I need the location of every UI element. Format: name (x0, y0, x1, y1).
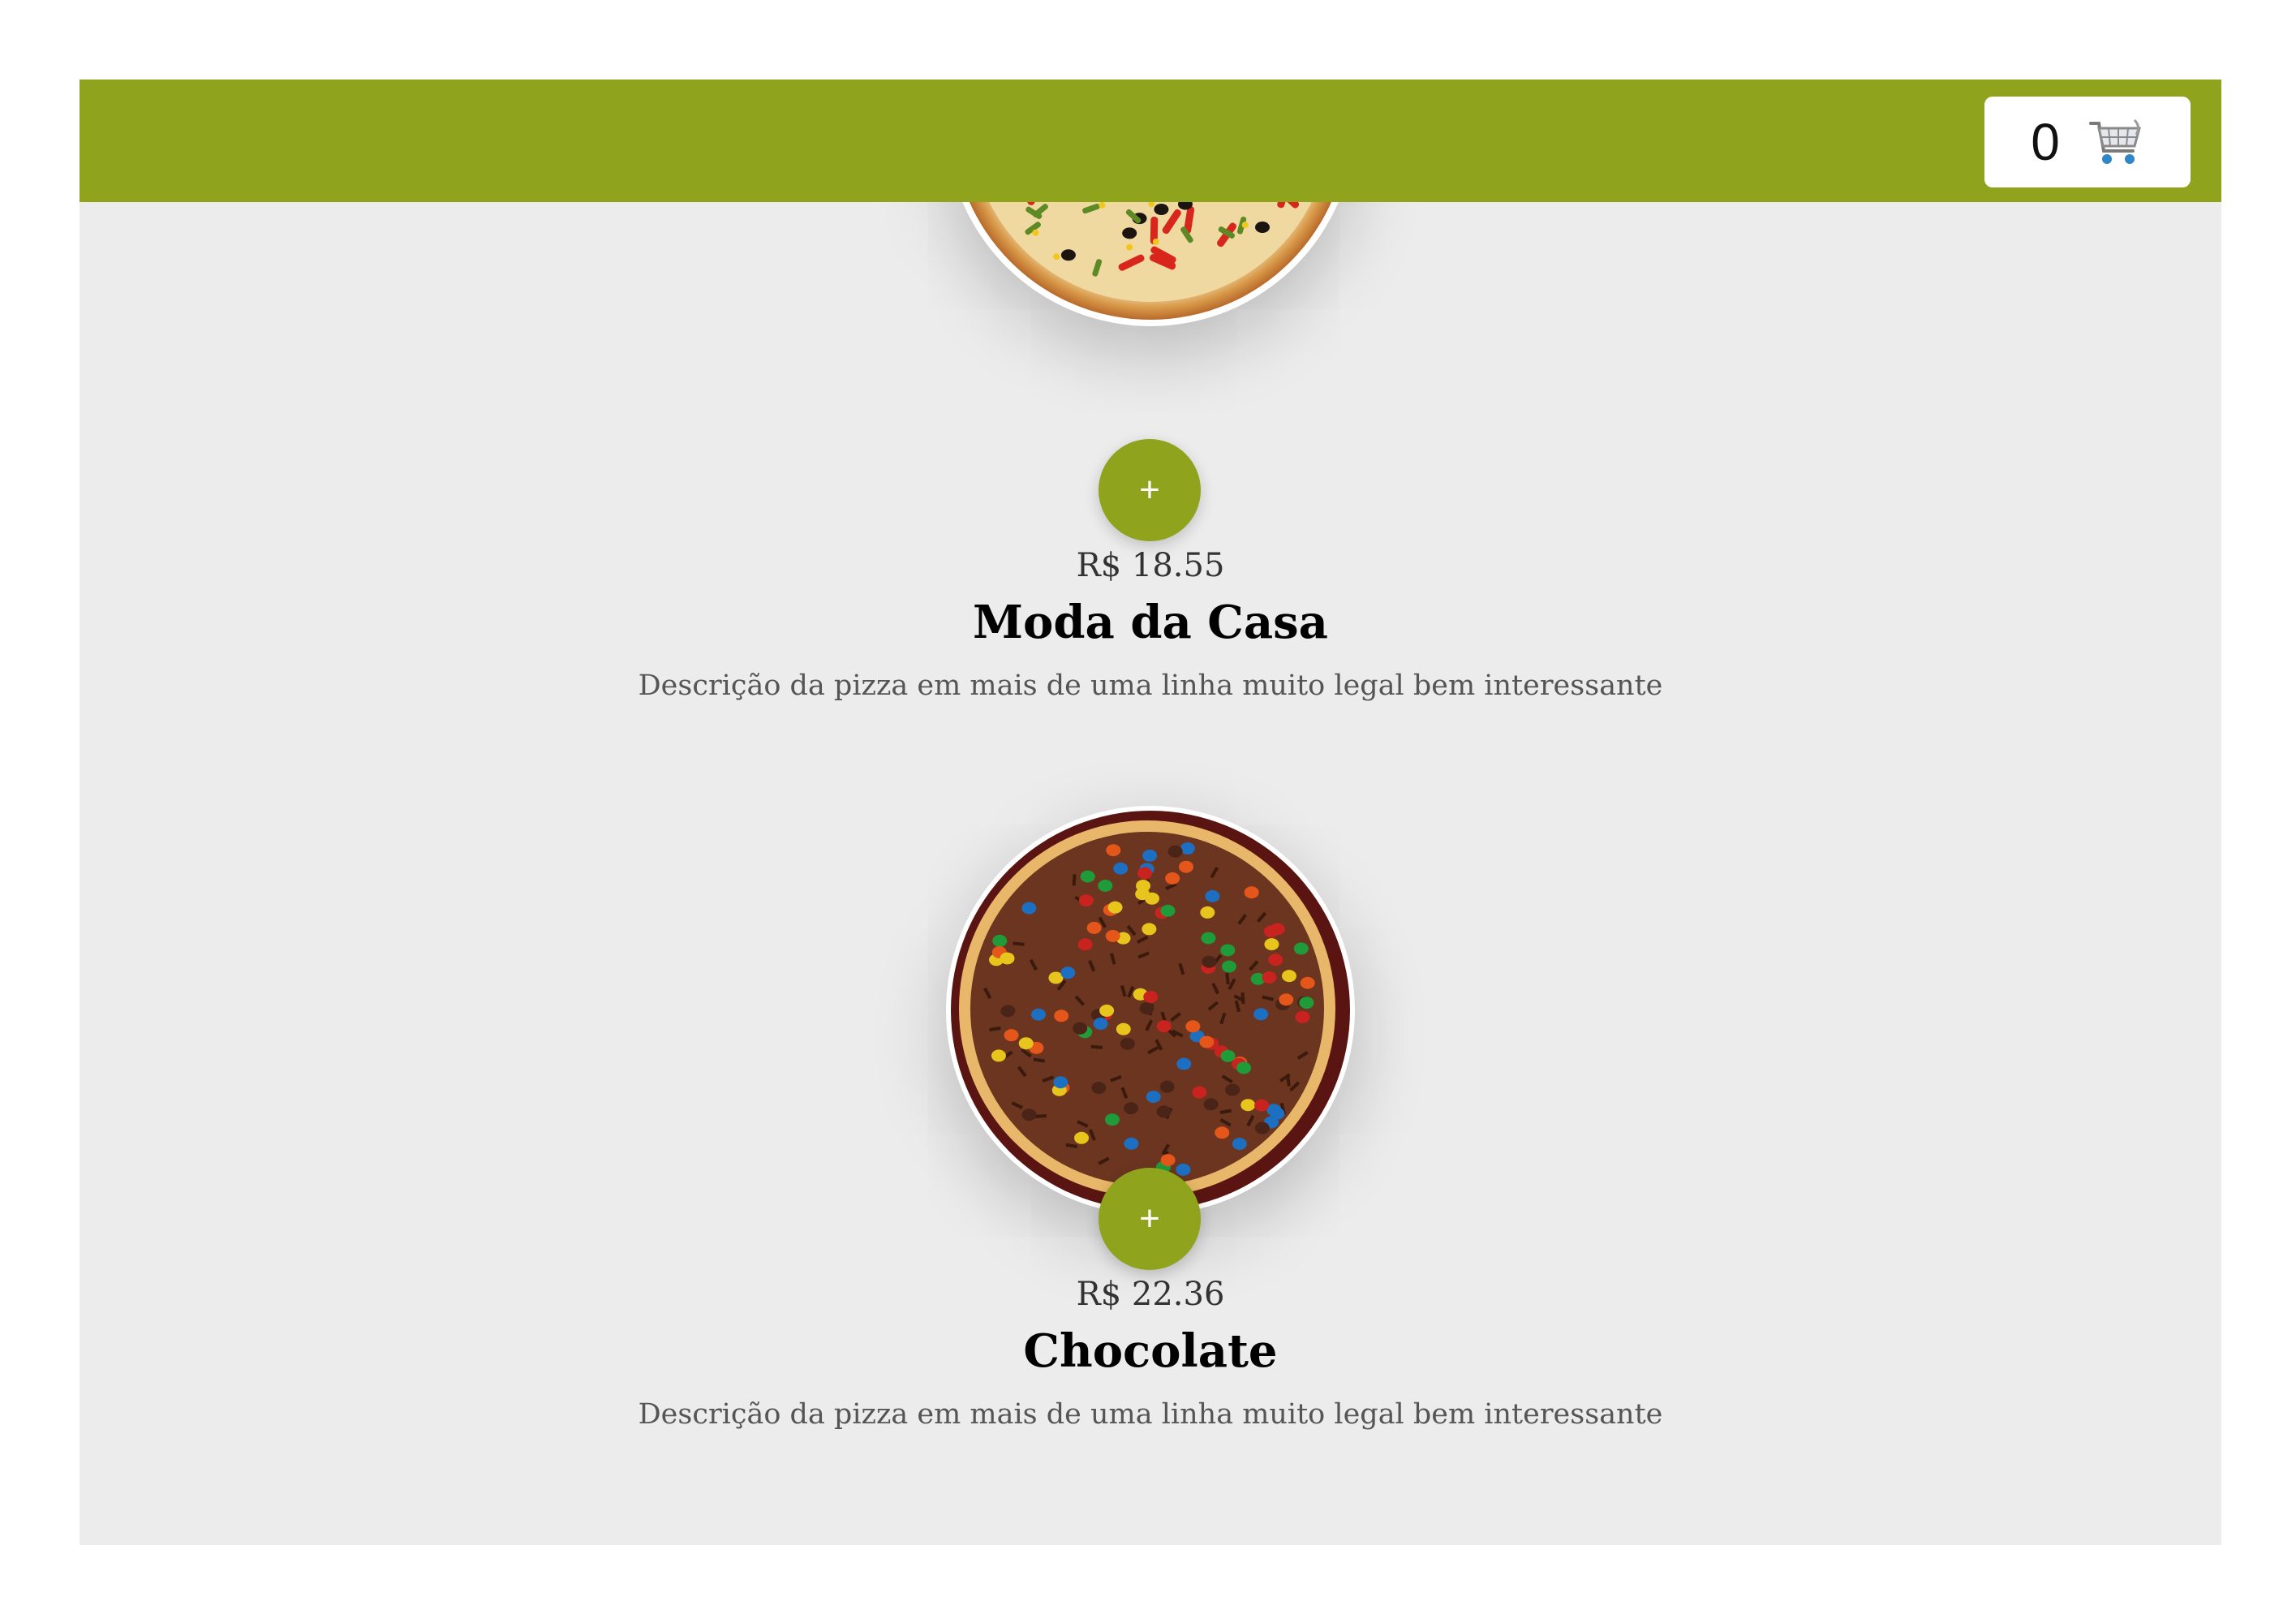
add-to-cart-button-chocolate[interactable]: + (1099, 1168, 1201, 1270)
plus-icon: + (1139, 470, 1160, 510)
pizza-image-chocolate (946, 806, 1355, 1215)
app-window: 0 + R$ 18.55 Moda da Casa Descrição da p… (80, 80, 2221, 1545)
add-to-cart-button-moda-da-casa[interactable]: + (1099, 439, 1201, 541)
product-name: Chocolate (1023, 1324, 1278, 1378)
plus-icon: + (1139, 1199, 1160, 1238)
chocolate-candy-pizza-image (946, 806, 1355, 1215)
product-description: Descrição da pizza em mais de uma linha … (638, 1398, 1663, 1431)
top-header-bar: 0 (80, 80, 2221, 202)
product-price: R$ 22.36 (1076, 1276, 1225, 1313)
product-name: Moda da Casa (973, 596, 1328, 649)
product-description: Descrição da pizza em mais de uma linha … (638, 669, 1663, 702)
cart-count: 0 (2031, 113, 2060, 171)
shopping-cart-icon (2088, 118, 2141, 164)
product-price: R$ 18.55 (1076, 547, 1225, 584)
cart-button[interactable]: 0 (1984, 97, 2191, 187)
